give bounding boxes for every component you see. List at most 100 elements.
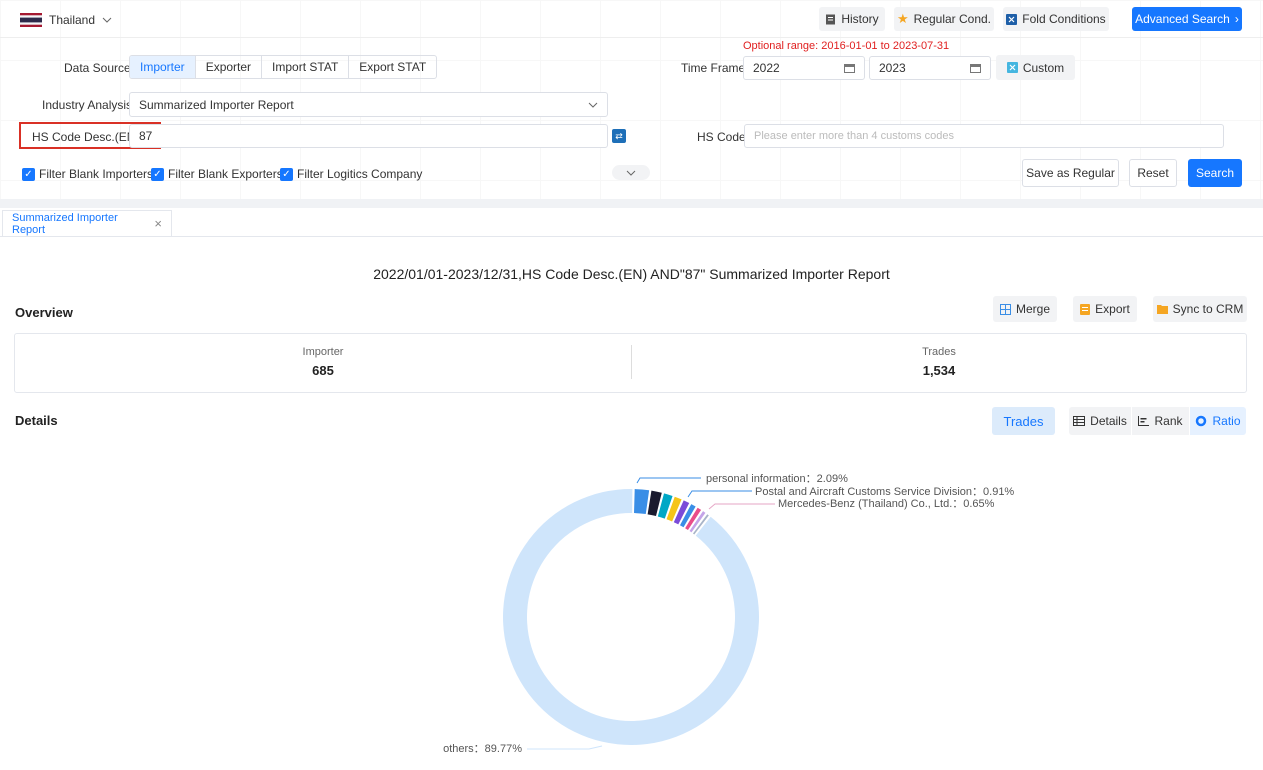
search-label: Search xyxy=(1195,166,1235,180)
chevron-down-icon xyxy=(626,170,636,176)
ratio-view-label: Ratio xyxy=(1212,414,1241,428)
merge-button[interactable]: Merge xyxy=(993,296,1057,322)
ratio-donut-chart: personal information：2.09% Postal and Ai… xyxy=(443,473,1014,755)
trades-toggle-button[interactable]: Trades xyxy=(992,407,1055,435)
fold-conditions-label: Fold Conditions xyxy=(1022,12,1106,26)
custom-button[interactable]: Custom xyxy=(996,55,1075,80)
calendar-icon xyxy=(844,64,855,73)
chevron-down-icon xyxy=(588,102,598,108)
filter-logistics-checkbox[interactable]: ✓ Filter Logitics Company xyxy=(280,167,422,181)
history-label: History xyxy=(841,12,879,26)
filter-blank-importers-checkbox[interactable]: ✓ Filter Blank Importers xyxy=(22,167,153,181)
data-source-label: Data Source xyxy=(64,61,131,75)
export-button[interactable]: Export xyxy=(1073,296,1137,322)
details-view-label: Details xyxy=(1090,414,1127,428)
hs-code-placeholder: Please enter more than 4 customs codes xyxy=(754,130,954,142)
custom-label: Custom xyxy=(1022,60,1065,75)
data-source-import-stat[interactable]: Import STAT xyxy=(262,56,350,78)
expand-toggle[interactable] xyxy=(612,165,650,180)
chevron-right-icon: › xyxy=(1234,12,1239,26)
history-icon xyxy=(826,14,836,24)
data-source-importer[interactable]: Importer xyxy=(130,56,196,78)
ratio-view-button[interactable]: Ratio xyxy=(1190,407,1246,435)
data-source-exporter[interactable]: Exporter xyxy=(196,56,263,78)
save-regular-button[interactable]: Save as Regular xyxy=(1022,159,1119,187)
report-title: 2022/01/01-2023/12/31,HS Code Desc.(EN) … xyxy=(373,266,890,282)
save-regular-label: Save as Regular xyxy=(1026,166,1115,180)
regular-cond-button[interactable]: ★ Regular Cond. xyxy=(894,7,994,31)
chevron-down-icon xyxy=(102,17,112,23)
details-heading: Details xyxy=(15,413,58,428)
filter-logistics-label: Filter Logitics Company xyxy=(297,167,423,181)
callout-line-personal-information xyxy=(636,477,701,484)
time-to-value: 2023 xyxy=(879,61,906,75)
rank-view-button[interactable]: Rank xyxy=(1132,407,1189,435)
callout-others: others：89.77% xyxy=(443,743,522,755)
translate-icon[interactable]: ⇄ xyxy=(612,129,626,143)
donut-slice-0[interactable] xyxy=(634,489,650,515)
time-to-field[interactable]: 2023 xyxy=(869,56,991,80)
export-icon xyxy=(1080,303,1091,315)
sync-crm-label: Sync to CRM xyxy=(1172,302,1244,316)
time-from-value: 2022 xyxy=(753,61,780,75)
details-view-button[interactable]: Details xyxy=(1069,407,1131,435)
trades-toggle-label: Trades xyxy=(1003,413,1044,429)
industry-analysis-value: Summarized Importer Report xyxy=(139,97,294,112)
donut-slices xyxy=(502,489,759,745)
tab-label: Summarized Importer Report xyxy=(12,211,118,236)
merge-label: Merge xyxy=(1015,302,1050,316)
data-source-segment: Importer Exporter Import STAT Export STA… xyxy=(129,55,438,79)
callout-line-others xyxy=(527,745,603,750)
fold-icon xyxy=(1006,13,1018,25)
optional-range-label: Optional range: xyxy=(743,40,819,52)
optional-range-value: 2016-01-01 to 2023-07-31 xyxy=(821,40,950,52)
hs-code-input[interactable]: Please enter more than 4 customs codes xyxy=(744,124,1224,148)
filter-blank-exporters-checkbox[interactable]: ✓ Filter Blank Exporters xyxy=(151,167,283,181)
sync-crm-button[interactable]: Sync to CRM xyxy=(1153,296,1247,322)
hs-desc-label: HS Code Desc.(EN) xyxy=(32,130,140,144)
regular-cond-label: Regular Cond. xyxy=(913,12,992,26)
hs-desc-value: 87 xyxy=(139,129,153,143)
callout-line-postal-aircraft xyxy=(687,490,752,498)
fold-conditions-button[interactable]: Fold Conditions xyxy=(1003,7,1109,31)
calendar-icon xyxy=(970,64,981,73)
hs-code-label: HS Code xyxy=(697,130,746,144)
time-frame-label: Time Frame xyxy=(681,61,746,75)
advanced-search-button[interactable]: Advanced Search › xyxy=(1132,7,1242,31)
importer-stat: Importer 685 xyxy=(15,346,631,378)
data-source-export-stat[interactable]: Export STAT xyxy=(349,56,436,78)
trades-stat: Trades 1,534 xyxy=(632,346,1246,378)
industry-analysis-select[interactable]: Summarized Importer Report xyxy=(129,92,608,117)
search-button[interactable]: Search xyxy=(1188,159,1242,187)
optional-range: Optional range: 2016-01-01 to 2023-07-31 xyxy=(743,40,949,52)
importer-stat-label: Importer xyxy=(302,346,344,358)
history-button[interactable]: History xyxy=(819,7,885,31)
check-icon: ✓ xyxy=(151,167,164,181)
section-separator xyxy=(0,199,1263,208)
overview-card: Importer 685 Trades 1,534 xyxy=(14,333,1247,393)
donut-slice-9[interactable] xyxy=(502,489,759,745)
thailand-flag-icon xyxy=(20,13,42,27)
custom-icon xyxy=(1006,62,1018,73)
reset-label: Reset xyxy=(1137,166,1169,180)
topbar-divider xyxy=(0,37,1263,38)
filter-blank-importers-label: Filter Blank Importers xyxy=(39,167,154,181)
country-selector[interactable]: Thailand xyxy=(20,10,112,30)
callout-line-mercedes-benz xyxy=(708,503,775,510)
tab-bar-line xyxy=(0,236,1263,237)
merge-icon xyxy=(999,303,1011,315)
country-label: Thailand xyxy=(49,13,96,27)
overview-heading: Overview xyxy=(15,305,73,320)
filter-blank-exporters-label: Filter Blank Exporters xyxy=(168,167,283,181)
table-icon xyxy=(1073,416,1086,426)
trades-stat-value: 1,534 xyxy=(922,363,956,378)
tab-summarized-importer-report[interactable]: Summarized Importer Report × xyxy=(2,210,172,236)
check-icon: ✓ xyxy=(22,167,35,181)
callout-mercedes-benz: Mercedes-Benz (Thailand) Co., Ltd.：0.65% xyxy=(778,498,995,510)
hs-desc-input[interactable]: 87 xyxy=(129,124,608,148)
reset-button[interactable]: Reset xyxy=(1129,159,1177,187)
close-icon[interactable]: × xyxy=(154,216,162,231)
time-from-field[interactable]: 2022 xyxy=(743,56,865,80)
rank-view-label: Rank xyxy=(1154,414,1183,428)
check-icon: ✓ xyxy=(280,167,293,181)
